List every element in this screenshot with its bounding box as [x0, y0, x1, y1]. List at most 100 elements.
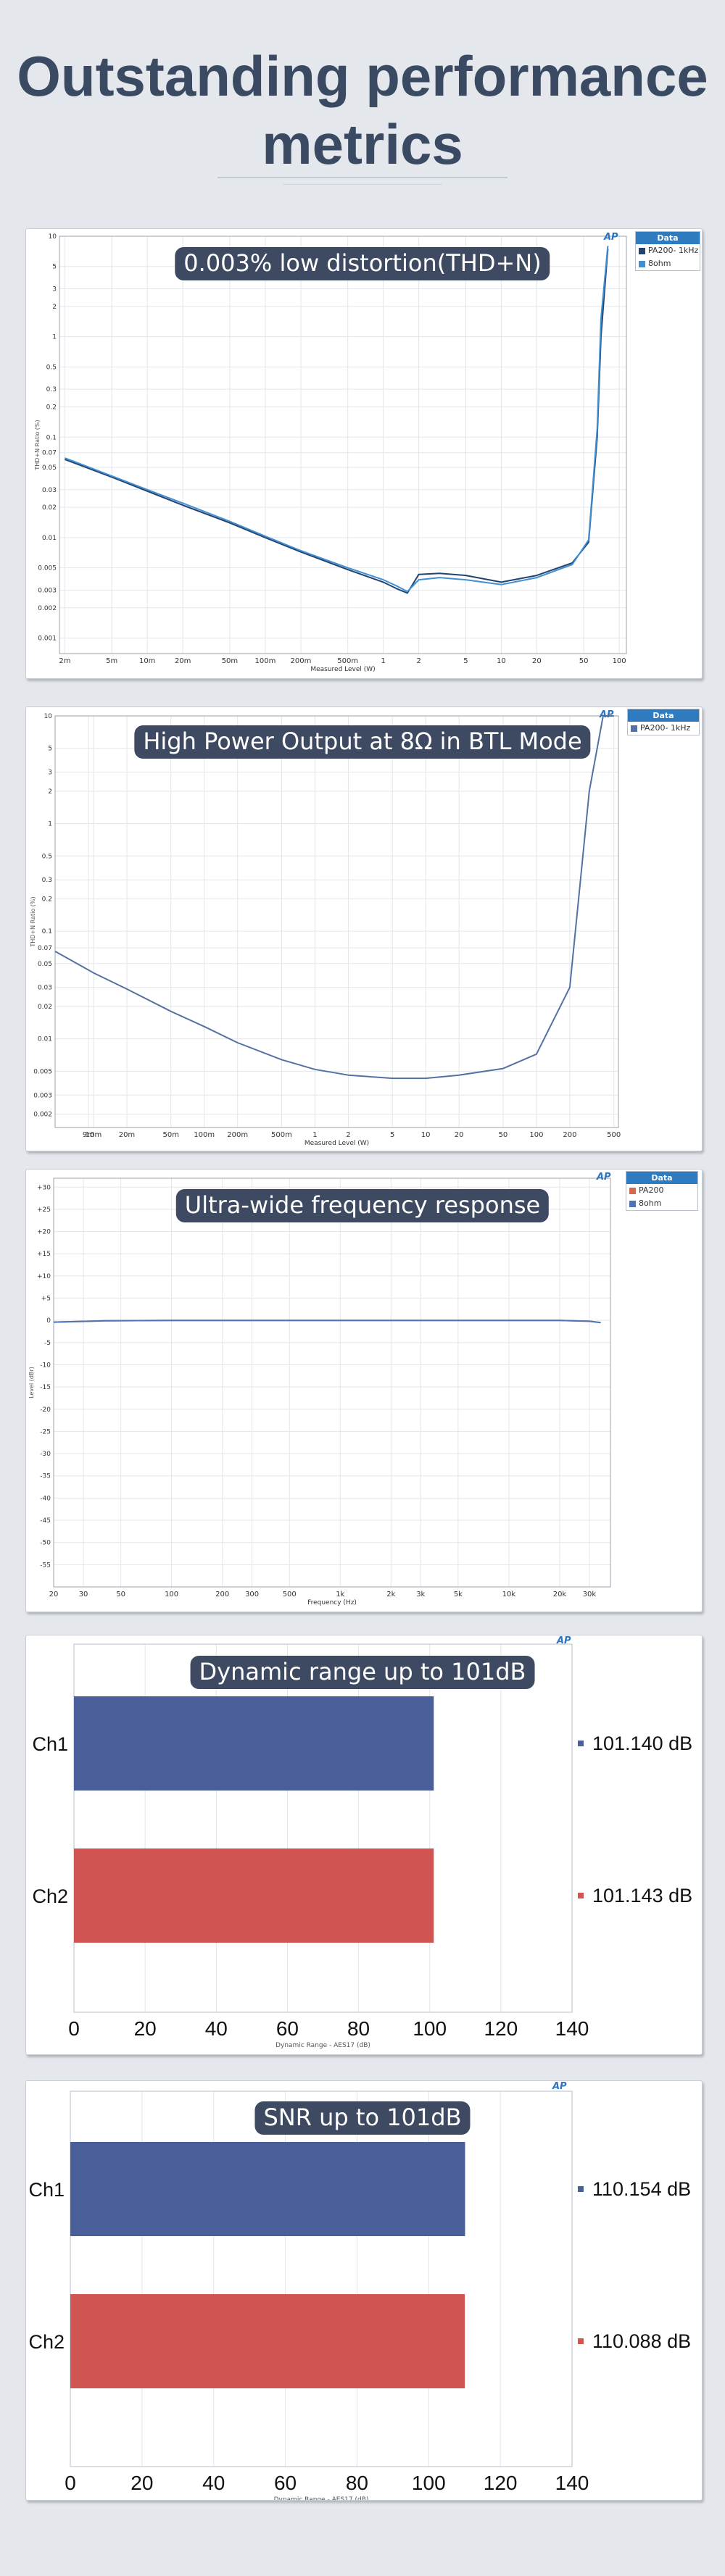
y-tick-label: +30 [37, 1184, 51, 1191]
x-tick-label: 60 [274, 2472, 297, 2494]
x-tick-label: 500m [337, 657, 358, 665]
y-tick-label: -55 [40, 1562, 51, 1569]
ap-logo: AP [604, 232, 618, 243]
y-tick-label: 2 [52, 304, 57, 311]
legend-label: 8ohm [648, 259, 671, 268]
x-tick-label: 40 [205, 2017, 228, 2040]
x-axis-label: Measured Level (W) [304, 1140, 369, 1147]
x-tick-label: 20 [134, 2017, 157, 2040]
thd-chart: 2m 5m 10m 20m 50m 100m 200m 500m 1 2 5 10 20 50 100 0.0… [34, 233, 627, 673]
legend-label: PA200 [639, 1185, 664, 1195]
y-tick-label: 0.3 [42, 877, 52, 884]
x-tick-label: 50 [579, 657, 589, 665]
ap-logo: AP [597, 1172, 611, 1183]
chart-legend: Data PA200- 1kHz [627, 709, 700, 735]
page-title-line-1: Outstanding performance [17, 44, 708, 108]
x-tick-label: 20 [130, 2472, 153, 2494]
x-tick-label: 20 [455, 1131, 464, 1139]
legend-title: Data [628, 709, 699, 722]
y-tick-label: -45 [40, 1517, 51, 1525]
x-tick-label: 80 [346, 2472, 368, 2494]
x-tick-label: 2 [416, 657, 420, 665]
y-axis-label: THD+N Ratio (%) [34, 420, 41, 470]
y-tick-label: 0.003 [38, 587, 57, 594]
y-tick-label: 0.07 [42, 450, 57, 457]
power-badge: High Power Output at 8Ω in BTL Mode [134, 725, 591, 759]
value-marker [578, 2338, 584, 2344]
category-label: Ch1 [32, 1733, 68, 1755]
y-tick-label: 0.07 [38, 945, 52, 952]
bar-ch2 [74, 1848, 434, 1943]
x-tick-label: 5m [106, 657, 117, 665]
x-tick-label: 5k [454, 1591, 463, 1598]
legend-swatch [639, 247, 645, 254]
thd-badge: 0.003% low distortion(THD+N) [175, 247, 550, 280]
x-tick-label: 2m [59, 657, 70, 665]
x-tick-label: 0 [68, 2017, 80, 2040]
ap-logo: AP [552, 2081, 567, 2092]
y-tick-label: +20 [37, 1229, 51, 1236]
x-tick-label: 20m [175, 657, 191, 665]
value-label: 101.140 dB [592, 1733, 692, 1754]
x-tick-label: 80 [347, 2017, 370, 2040]
y-tick-label: 0.1 [46, 434, 57, 441]
x-axis-label: Dynamic Range - AES17 (dB) [276, 2042, 370, 2049]
y-tick-label: 0.2 [46, 404, 57, 412]
legend-swatch [629, 1187, 636, 1194]
ap-logo: AP [557, 1635, 571, 1646]
y-tick-label: 0.03 [38, 985, 52, 992]
x-axis-label: Measured Level (W) [310, 666, 375, 673]
x-tick-label: 120 [484, 2472, 518, 2494]
y-tick-label: -5 [44, 1340, 51, 1347]
x-axis-label: Frequency (Hz) [307, 1599, 357, 1606]
legend-item: 8ohm [626, 1197, 697, 1210]
x-tick-label: 10 [421, 1131, 431, 1139]
x-tick-label: 40 [202, 2472, 225, 2494]
y-tick-label: 10 [49, 233, 57, 241]
plot-frame [54, 715, 619, 1128]
legend-swatch [629, 1200, 636, 1207]
x-tick-label: 0 [65, 2472, 76, 2494]
y-tick-label: 0.003 [33, 1092, 52, 1099]
series-line [54, 715, 614, 1080]
category-label: Ch2 [28, 2331, 65, 2353]
x-tick-label: 100 [413, 2017, 447, 2040]
x-tick-label: 50 [116, 1591, 125, 1598]
y-tick-label: 2 [48, 788, 52, 796]
x-tick-label: 20k [553, 1591, 567, 1598]
dynamic-range-panel: Ch1 101.140 dB Ch2 101.143 dB 0 20 40 60 80 100 12… [25, 1635, 703, 2055]
y-tick-label: 0.02 [42, 504, 57, 512]
legend-label: PA200- 1kHz [648, 246, 699, 255]
y-tick-label: 5 [52, 264, 57, 271]
x-tick-label: 200 [215, 1591, 229, 1598]
legend-swatch [639, 260, 645, 267]
category-label: Ch1 [28, 2179, 65, 2201]
legend-label: 8ohm [639, 1199, 662, 1208]
legend-title: Data [626, 1172, 697, 1184]
y-tick-label: 3 [52, 285, 57, 293]
x-tick-label: 200 [563, 1131, 576, 1139]
bar-ch2 [70, 2294, 465, 2388]
dynamic-range-chart: Ch1 101.140 dB Ch2 101.143 dB 0 20 40 60 80 100 12… [32, 1643, 692, 2049]
x-tick-label: 200m [227, 1131, 248, 1139]
y-tick-label: 1 [48, 821, 52, 828]
y-tick-label: 0.05 [42, 464, 57, 472]
y-tick-label: +15 [37, 1251, 51, 1258]
x-tick-label: 100m [194, 1131, 215, 1139]
y-tick-label: -25 [40, 1428, 51, 1435]
value-marker [578, 2186, 584, 2192]
y-tick-label: 0.2 [42, 896, 52, 903]
y-tick-label: 0.05 [38, 961, 52, 968]
x-tick-label: 2 [346, 1131, 350, 1139]
x-tick-label: 10m [86, 1131, 102, 1139]
legend-item: 8ohm [636, 257, 700, 270]
x-tick-label: 10 [497, 657, 506, 665]
series-line [65, 249, 609, 594]
y-tick-label: 0.002 [33, 1111, 52, 1118]
x-tick-label: 20m [119, 1131, 135, 1139]
y-tick-label: -35 [40, 1473, 51, 1480]
y-tick-label: 0.005 [38, 565, 57, 572]
y-tick-label: 10 [44, 713, 53, 720]
y-tick-label: +5 [41, 1296, 51, 1303]
y-tick-label: 0.5 [46, 364, 57, 371]
